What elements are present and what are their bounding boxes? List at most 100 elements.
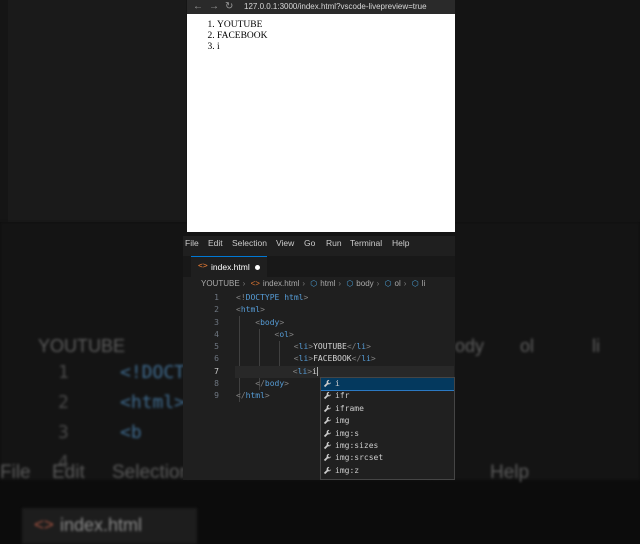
url-field[interactable]: 127.0.0.1:3000/index.html?vscode-livepre…: [244, 0, 427, 14]
breadcrumb-html[interactable]: html: [320, 279, 335, 288]
wrench-icon: [323, 466, 333, 476]
suggestion-item[interactable]: ifr: [321, 390, 454, 402]
menu-go[interactable]: Go: [304, 238, 315, 248]
chevron-right-icon: ›: [302, 279, 306, 288]
suggestion-label: img:sizes: [335, 440, 379, 450]
symbol-icon: ⬡: [384, 279, 392, 288]
code-token: html: [245, 391, 265, 401]
code-token: YOUTUBE: [313, 342, 347, 352]
background-line-numbers: 1 2 3 4: [58, 362, 69, 482]
suggestion-item[interactable]: img:s: [321, 428, 454, 440]
tab-index-html[interactable]: <> index.html: [191, 256, 267, 277]
symbol-icon: ⬡: [310, 279, 318, 288]
symbol-icon: ⬡: [411, 279, 419, 288]
background-tab: <> index.html: [22, 508, 197, 544]
autocomplete-popup[interactable]: i ifr iframe img img:s img:sizes img:srcset img…: [320, 377, 455, 480]
text-cursor: [316, 366, 318, 376]
background-code-line: <!DOCT: [120, 362, 186, 383]
background-line-number: 1: [58, 362, 69, 383]
code-token: html: [284, 293, 304, 302]
suggestion-item[interactable]: img: [321, 415, 454, 427]
breadcrumb-ol[interactable]: ol: [395, 279, 401, 288]
code-line[interactable]: <body>: [236, 317, 454, 329]
list-item: FACEBOOK: [217, 31, 268, 42]
html-icon: <>: [250, 279, 260, 288]
code-token: >: [260, 305, 265, 315]
background-breadcrumb-item: ol: [520, 336, 535, 356]
breadcrumb-body[interactable]: body: [356, 279, 373, 288]
code-token: </: [255, 379, 265, 389]
code-line[interactable]: <li>FACEBOOK</li>: [236, 353, 454, 365]
code-token: >: [264, 391, 270, 401]
code-token: </: [236, 391, 246, 401]
code-line[interactable]: <li>YOUTUBE</li>: [236, 341, 454, 353]
breadcrumb: YOUTUBE › <> index.html › ⬡ html › ⬡ body › ⬡ ol…: [201, 279, 428, 291]
line-number: 6: [214, 354, 219, 364]
wrench-icon: [323, 379, 333, 389]
menu-selection[interactable]: Selection: [232, 238, 267, 248]
suggestion-item[interactable]: i: [321, 378, 454, 392]
background-breadcrumb-item: li: [592, 336, 600, 356]
background-menu-item: File: [0, 462, 31, 483]
chevron-right-icon: ›: [403, 279, 407, 288]
browser-window: ← → ↻ 127.0.0.1:3000/index.html?vscode-l…: [187, 0, 455, 232]
background-line-number: 4: [58, 452, 69, 473]
suggestion-label: img:z: [335, 465, 360, 475]
line-number: 5: [214, 342, 219, 352]
wrench-icon: [323, 453, 333, 463]
wrench-icon: [323, 441, 333, 451]
menu-view[interactable]: View: [276, 238, 294, 248]
code-line[interactable]: <html>: [236, 304, 454, 316]
line-number: 7: [214, 366, 219, 376]
line-number: 1: [214, 293, 219, 302]
code-token: >: [284, 379, 289, 389]
list-item: i: [217, 42, 268, 53]
suggestion-label: img:s: [335, 428, 360, 438]
suggestion-label: i: [335, 379, 340, 388]
suggestion-label: ifr: [335, 391, 350, 401]
suggestion-item[interactable]: img:z: [321, 465, 454, 477]
breadcrumb-li[interactable]: li: [422, 279, 426, 288]
background-line-number: 3: [58, 422, 69, 443]
code-token: >: [303, 293, 309, 302]
reload-icon[interactable]: ↻: [225, 0, 233, 14]
breadcrumb-folder[interactable]: YOUTUBE: [201, 279, 240, 288]
line-number: 2: [214, 305, 219, 315]
menu-edit[interactable]: Edit: [208, 238, 223, 248]
menu-run[interactable]: Run: [326, 238, 342, 248]
code-token: html: [240, 305, 261, 315]
suggestion-label: img:srcset: [335, 453, 384, 463]
code-line[interactable]: <!DOCTYPE html>: [236, 292, 454, 304]
line-number: 9: [214, 391, 219, 401]
menu-terminal[interactable]: Terminal: [350, 238, 382, 248]
line-number: 8: [214, 379, 219, 389]
code-token: ol: [279, 329, 289, 339]
code-token: </: [346, 342, 357, 352]
background-tab-label: index.html: [60, 515, 143, 535]
line-number: 3: [214, 317, 219, 327]
suggestion-item[interactable]: img:srcset: [321, 452, 454, 464]
code-token: <!: [236, 293, 246, 302]
background-code-line: <b: [120, 422, 142, 443]
breadcrumb-file[interactable]: index.html: [263, 279, 299, 288]
forward-icon[interactable]: →: [209, 0, 219, 14]
tab-bar: <> index.html: [183, 256, 455, 277]
code-line[interactable]: <ol>: [236, 329, 454, 341]
suggestion-item[interactable]: iframe: [321, 403, 454, 415]
list-item: YOUTUBE: [217, 20, 268, 31]
wrench-icon: [323, 429, 333, 439]
suggestion-item[interactable]: img:sizes: [321, 440, 454, 452]
wrench-icon: [323, 391, 333, 401]
menu-file[interactable]: File: [185, 238, 199, 248]
code-token: >: [279, 317, 285, 327]
suggestion-label: iframe: [335, 403, 364, 413]
unsaved-dot-icon[interactable]: [255, 265, 260, 270]
suggestion-label: img: [335, 416, 350, 426]
chevron-right-icon: ›: [242, 279, 246, 288]
html-icon: <>: [198, 261, 208, 270]
code-token: li: [361, 354, 371, 364]
wrench-icon: [323, 416, 333, 426]
menu-help[interactable]: Help: [392, 238, 409, 248]
back-icon[interactable]: ←: [193, 0, 203, 14]
background-right: [455, 0, 640, 222]
